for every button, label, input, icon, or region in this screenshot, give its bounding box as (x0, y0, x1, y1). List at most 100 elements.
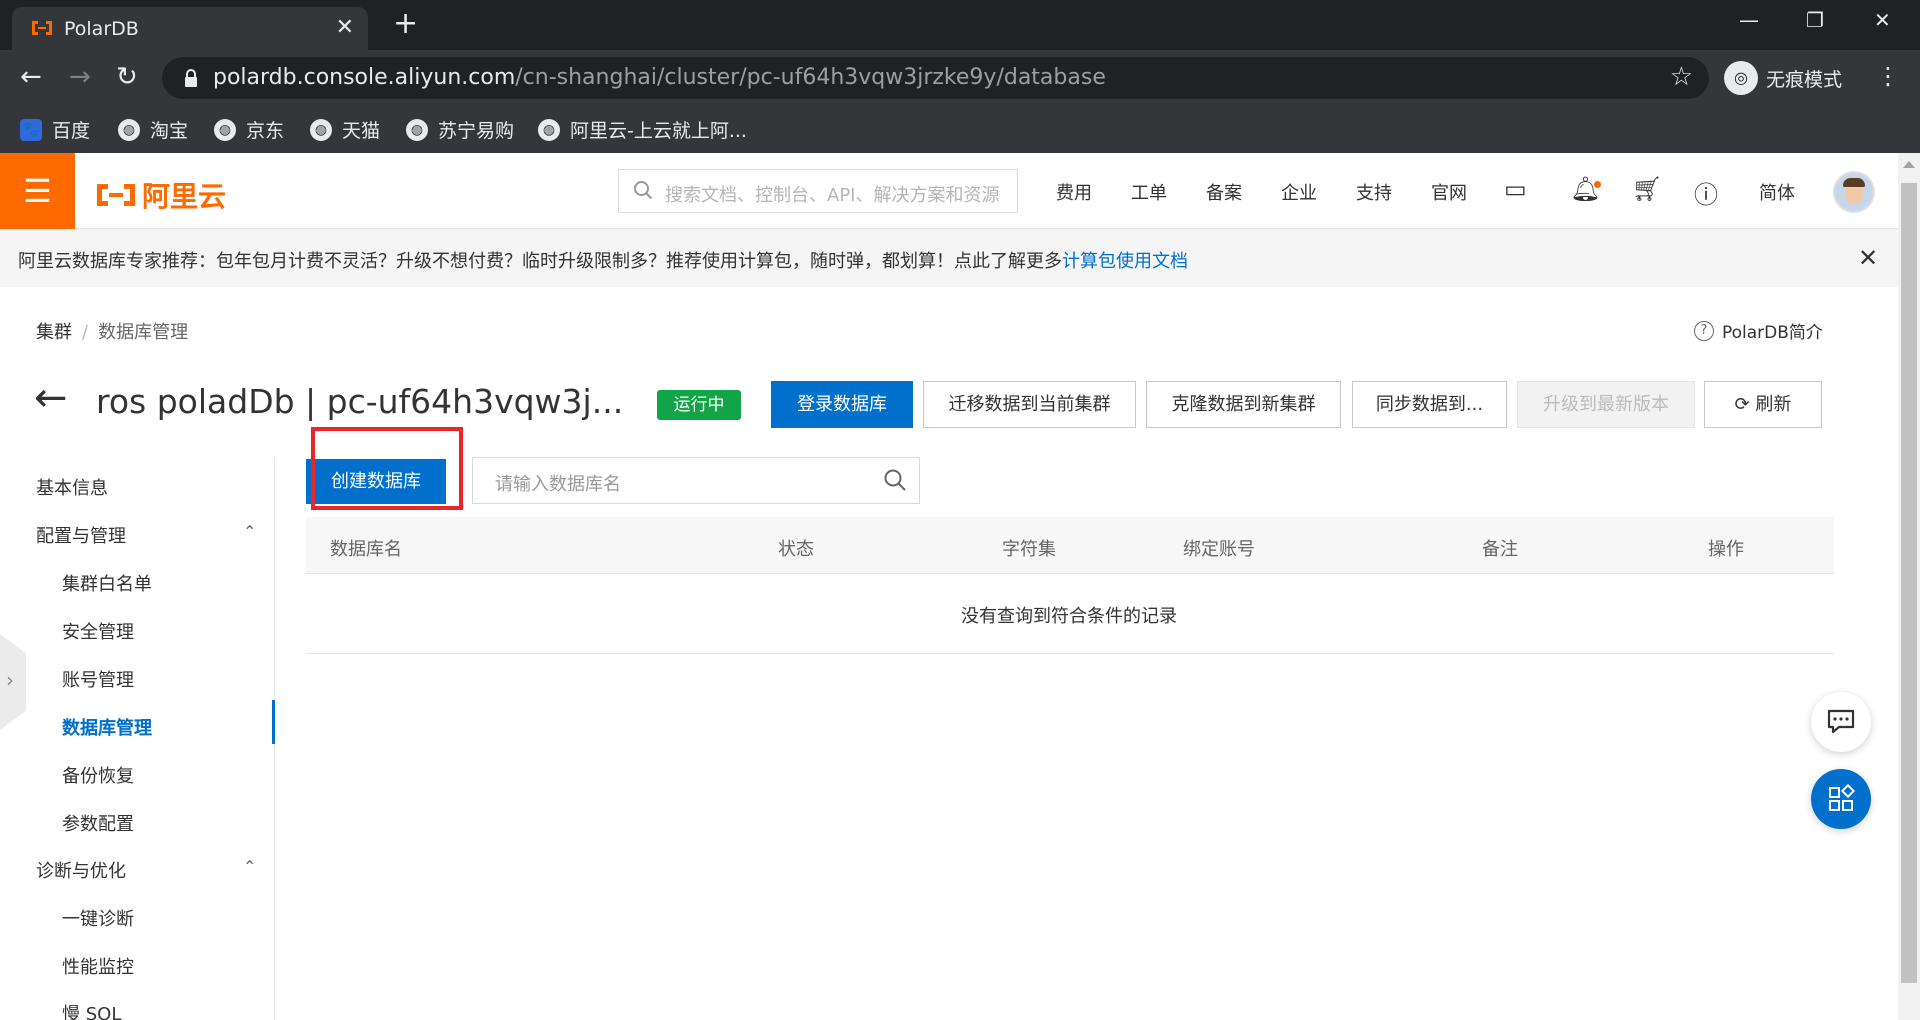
browser-toolbar: ← → ↻ polardb.console.aliyun.com/cn-shan… (0, 50, 1920, 106)
reload-icon[interactable]: ↻ (116, 62, 138, 92)
incognito-label: 无痕模式 (1766, 68, 1843, 91)
upgrade-version-button[interactable]: 升级到最新版本 (1517, 381, 1695, 428)
language-switch[interactable]: 简体 (1759, 179, 1795, 205)
column-header: 操作 (1708, 539, 1744, 560)
cart-icon[interactable]: 🛒︎ (1632, 175, 1662, 203)
menu-icon[interactable]: ☰ (0, 153, 75, 229)
globe-icon: ◍ (118, 118, 140, 141)
sidebar-item-backup[interactable]: 备份恢复 (62, 762, 134, 788)
sidebar-item-monitor[interactable]: 性能监控 (62, 953, 134, 979)
tab-title: PolarDB (64, 18, 139, 40)
sidebar-group-diagnosis[interactable]: 诊断与优化 (36, 857, 126, 883)
refresh-icon: ⟳ (1734, 394, 1756, 415)
sidebar-item-security[interactable]: 安全管理 (62, 618, 134, 644)
column-header: 字符集 (1002, 539, 1056, 560)
bookmark-item[interactable]: 🐾 百度 (20, 116, 90, 143)
aliyun-favicon-icon (32, 21, 52, 35)
terminal-icon[interactable]: ▭ (1504, 175, 1527, 203)
nav-link-tickets[interactable]: 工单 (1131, 179, 1167, 205)
nav-link-support[interactable]: 支持 (1356, 179, 1392, 205)
refresh-button[interactable]: ⟳ 刷新 (1704, 381, 1822, 428)
empty-state-text: 没有查询到符合条件的记录 (961, 606, 1177, 627)
console-topbar: ☰ 阿里云 搜索文档、控制台、API、解决方案和资源 费用 工单 备案 企业 支… (0, 153, 1898, 229)
sidebar-item-accounts[interactable]: 账号管理 (62, 666, 134, 692)
browser-menu-icon[interactable]: ⋮ (1876, 62, 1900, 90)
notice-link[interactable]: 计算包使用文档 (1062, 251, 1188, 272)
sidebar-item-basic-info[interactable]: 基本信息 (36, 474, 108, 500)
notification-dot (1594, 181, 1601, 188)
bookmark-item[interactable]: ◍ 阿里云-上云就上阿... (538, 116, 747, 143)
user-avatar[interactable] (1833, 171, 1875, 213)
bookmark-item[interactable]: ◍ 苏宁易购 (406, 116, 514, 143)
chevron-up-icon[interactable]: ⌃ (243, 522, 256, 541)
new-tab-icon[interactable]: + (393, 7, 418, 41)
url-text: polardb.console.aliyun.com/cn-shanghai/c… (213, 65, 1106, 90)
sidebar-item-whitelist[interactable]: 集群白名单 (62, 570, 152, 596)
promo-notice: 阿里云数据库专家推荐：包年包月计费不灵活？升级不想付费？临时升级限制多？推荐使用… (0, 229, 1898, 287)
chat-icon (1827, 709, 1855, 734)
bookmark-star-icon[interactable]: ☆ (1670, 62, 1693, 92)
column-header: 状态 (778, 539, 814, 560)
page-scrollbar[interactable] (1898, 153, 1920, 1020)
tab-close-icon[interactable]: ✕ (336, 15, 354, 40)
polardb-intro-link[interactable]: ? PolarDB简介 (1694, 318, 1823, 343)
column-header: 备注 (1482, 539, 1518, 560)
nav-link-fees[interactable]: 费用 (1056, 179, 1092, 205)
nav-link-website[interactable]: 官网 (1431, 179, 1467, 205)
notice-text: 阿里云数据库专家推荐：包年包月计费不灵活？升级不想付费？临时升级限制多？推荐使用… (18, 251, 1188, 272)
minimize-icon[interactable]: — (1739, 8, 1759, 32)
database-search-placeholder: 请输入数据库名 (495, 474, 621, 495)
incognito-indicator[interactable]: ◎ 无痕模式 (1724, 61, 1842, 95)
login-database-button[interactable]: 登录数据库 (771, 381, 913, 428)
globe-icon: ◍ (406, 118, 428, 141)
sidebar-item-diagnose[interactable]: 一键诊断 (62, 905, 134, 931)
global-search-input[interactable]: 搜索文档、控制台、API、解决方案和资源 (618, 169, 1018, 213)
bookmark-item[interactable]: ◍ 天猫 (310, 116, 380, 143)
sync-data-button[interactable]: 同步数据到... (1352, 381, 1507, 428)
help-icon[interactable]: ⓘ (1694, 175, 1718, 210)
aliyun-logo[interactable]: 阿里云 (94, 175, 226, 215)
bookmarks-bar: 🐾 百度 ◍ 淘宝 ◍ 京东 ◍ 天猫 ◍ 苏宁易购 ◍ 阿里云-上云就上阿... (0, 106, 1920, 153)
sidebar-item-databases[interactable]: 数据库管理 (62, 714, 152, 740)
globe-icon: ◍ (214, 118, 236, 141)
sidebar-group-config[interactable]: 配置与管理 (36, 522, 126, 548)
scroll-thumb[interactable] (1901, 183, 1917, 983)
browser-tab-strip: PolarDB ✕ + — ❐ ✕ (0, 0, 1920, 50)
bell-icon[interactable]: 🔔︎ (1570, 175, 1600, 203)
chat-button[interactable] (1811, 692, 1871, 752)
bookmark-item[interactable]: ◍ 淘宝 (118, 116, 188, 143)
breadcrumb-cluster[interactable]: 集群 (36, 322, 72, 343)
table-header: 数据库名 状态 字符集 绑定账号 备注 操作 (306, 517, 1834, 574)
bookmark-item[interactable]: ◍ 京东 (214, 116, 284, 143)
sidebar-item-slow-sql[interactable]: 慢 SQL (62, 1000, 121, 1020)
migrate-data-button[interactable]: 迁移数据到当前集群 (923, 381, 1136, 428)
search-icon[interactable] (883, 468, 907, 492)
back-arrow-icon[interactable]: ← (34, 378, 68, 418)
sidebar-item-parameters[interactable]: 参数配置 (62, 810, 134, 836)
apps-button[interactable] (1811, 769, 1871, 829)
column-header: 数据库名 (330, 539, 402, 560)
sidebar-active-indicator (272, 700, 275, 744)
page-title: ros poladDb | pc-uf64h3vqw3j... (96, 382, 624, 421)
chevron-right-icon[interactable]: › (6, 668, 14, 692)
close-window-icon[interactable]: ✕ (1874, 8, 1891, 32)
search-icon (634, 181, 653, 200)
incognito-icon: ◎ (1724, 61, 1758, 95)
address-bar[interactable]: polardb.console.aliyun.com/cn-shanghai/c… (162, 57, 1709, 99)
clone-data-button[interactable]: 克隆数据到新集群 (1146, 381, 1341, 428)
browser-tab[interactable]: PolarDB ✕ (12, 7, 368, 50)
close-notice-icon[interactable]: ✕ (1858, 244, 1878, 272)
chevron-up-icon[interactable]: ⌃ (243, 857, 256, 876)
nav-link-enterprise[interactable]: 企业 (1281, 179, 1317, 205)
column-header: 绑定账号 (1183, 539, 1255, 560)
back-icon[interactable]: ← (20, 62, 42, 92)
database-search-input[interactable]: 请输入数据库名 (472, 457, 920, 504)
forward-icon[interactable]: → (69, 62, 91, 92)
question-icon: ? (1694, 320, 1714, 341)
search-placeholder: 搜索文档、控制台、API、解决方案和资源 (665, 185, 1000, 206)
logo-text: 阿里云 (142, 180, 227, 213)
restore-icon[interactable]: ❐ (1806, 8, 1824, 32)
aliyun-logo-icon (97, 184, 135, 206)
nav-link-icp[interactable]: 备案 (1206, 179, 1242, 205)
scroll-up-icon[interactable] (1903, 161, 1915, 168)
